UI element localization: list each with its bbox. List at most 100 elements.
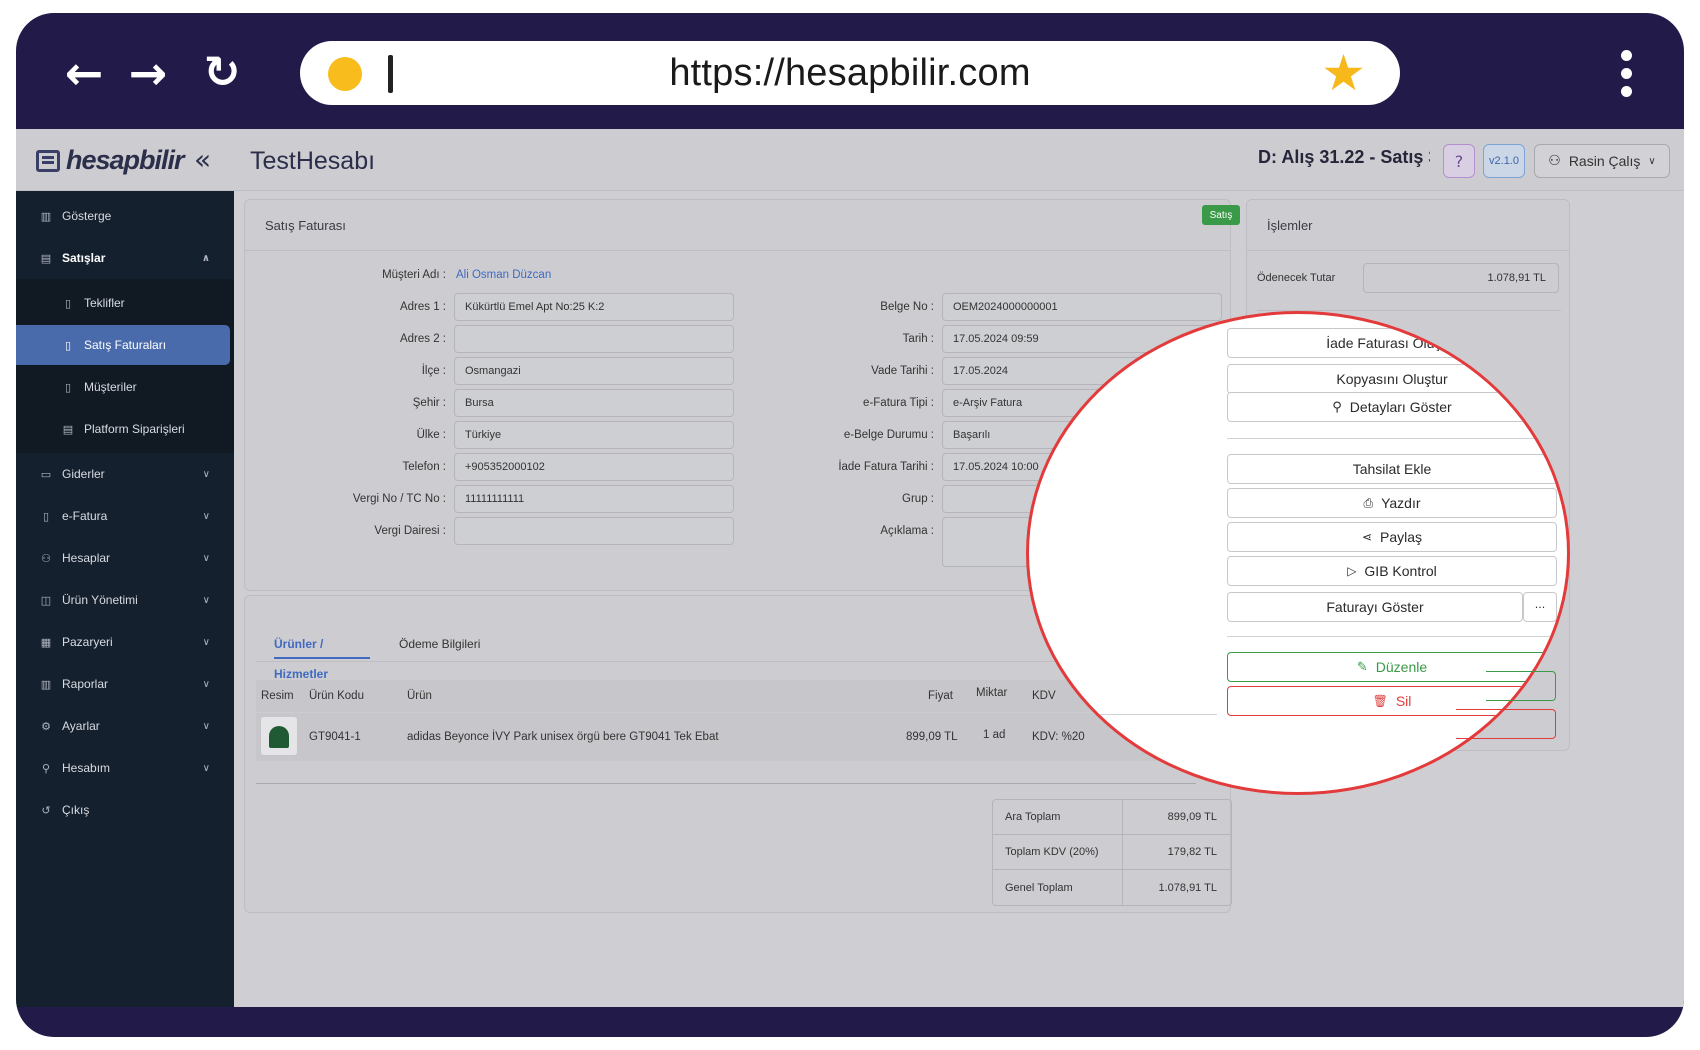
- star-icon[interactable]: ★: [1321, 45, 1366, 101]
- divider: [1227, 438, 1557, 439]
- city-field[interactable]: Bursa: [454, 389, 734, 417]
- sidebar-item-label: Teklifler: [84, 296, 125, 310]
- shop-icon: ▦: [40, 635, 52, 649]
- box-icon: ◫: [40, 593, 52, 607]
- collapse-sidebar-icon[interactable]: «: [194, 143, 211, 176]
- reload-icon[interactable]: ↻: [194, 47, 250, 99]
- print-button[interactable]: ⎙ Yazdır: [1227, 488, 1557, 518]
- tab-payment[interactable]: Ödeme Bilgileri: [399, 629, 499, 659]
- country-field[interactable]: Türkiye: [454, 421, 734, 449]
- button-label: Tahsilat Ekle: [1352, 461, 1432, 477]
- sidebar-item-teklifler[interactable]: ▯ Teklifler: [16, 283, 230, 323]
- wallet-icon: ▭: [40, 467, 52, 481]
- sidebar-item-label: Giderler: [62, 467, 105, 481]
- product-name: adidas Beyonce İVY Park unisex örgü bere…: [407, 731, 719, 743]
- sidebar-item-ayarlar[interactable]: ⚙ Ayarlar ∨: [16, 705, 234, 747]
- tab-products[interactable]: Ürünler / Hizmetler: [274, 629, 370, 681]
- app-logo[interactable]: hesapbilir: [36, 145, 185, 176]
- sidebar-item-giderler[interactable]: ▭ Giderler ∨: [16, 453, 234, 495]
- edit-button-edge: [1486, 671, 1556, 701]
- product-price: 899,09 TL: [906, 731, 958, 743]
- column-header-vat: KDV: [1032, 690, 1056, 702]
- logout-icon: ↺: [41, 803, 51, 817]
- address2-field[interactable]: [454, 325, 734, 353]
- product-vat: KDV: %20: [1032, 731, 1085, 743]
- search-icon: ⚲: [1332, 399, 1342, 415]
- arrow-right-icon[interactable]: →: [120, 47, 176, 99]
- browser-toolbar: ← → ↻ https://hesapbilir.com ★: [16, 13, 1684, 129]
- copy-invoice-button[interactable]: Kopyasını Oluştur: [1227, 364, 1557, 394]
- show-invoice-button[interactable]: Faturayı Göster: [1227, 592, 1523, 622]
- more-options-button[interactable]: ···: [1523, 592, 1557, 622]
- sidebar-item-label: Çıkış: [62, 803, 90, 817]
- field-label-grup: Grup :: [902, 493, 934, 505]
- button-label: Paylaş: [1380, 529, 1423, 545]
- chevron-down-icon: ∨: [202, 468, 210, 480]
- arrow-left-icon[interactable]: ←: [56, 47, 112, 99]
- app-topbar: hesapbilir « TestHesabı D: Alış 31.22 - …: [16, 129, 1684, 191]
- product-code-link[interactable]: GT9041-1: [309, 731, 361, 743]
- product-qty: 1 ad: [983, 729, 1006, 741]
- sidebar-item-label: Ayarlar: [62, 719, 100, 733]
- customer-link[interactable]: Ali Osman Düzcan: [456, 269, 551, 281]
- subtotal-value: 899,09 TL: [1167, 811, 1217, 823]
- sidebar-item-platform-siparisleri[interactable]: ▤ Platform Siparişleri: [16, 409, 230, 449]
- tax-office-field[interactable]: [454, 517, 734, 545]
- field-label-aciklama: Açıklama :: [880, 525, 934, 537]
- sidebar-item-satis-faturalari[interactable]: ▯ Satış Faturaları: [16, 325, 230, 365]
- share-icon: ⋖: [1361, 530, 1373, 544]
- sidebar-item-label: e-Fatura: [62, 509, 108, 523]
- beanie-icon: [269, 726, 289, 748]
- field-label-belge-no: Belge No :: [880, 301, 934, 313]
- chevron-down-icon: ∨: [1648, 155, 1656, 167]
- button-label: Düzenle: [1375, 659, 1428, 675]
- currency-ticker: D: Alış 31.22 - Satış 31.2: [1258, 147, 1430, 167]
- details-button[interactable]: ⚲ Detayları Göster: [1227, 392, 1557, 422]
- sidebar-item-e-fatura[interactable]: ▯ e-Fatura ∨: [16, 495, 234, 537]
- tax-number-field[interactable]: 11111111111: [454, 485, 734, 513]
- button-label: Sil: [1395, 693, 1412, 709]
- sidebar-item-cikis[interactable]: ↺ Çıkış: [16, 789, 234, 831]
- divider: [1247, 250, 1569, 251]
- product-thumbnail: [261, 717, 297, 755]
- sidebar: ▥ Gösterge ▤ Satışlar ∧ ▯ Teklifler ▯ Satış F…: [16, 191, 234, 1007]
- sidebar-item-hesaplar[interactable]: ⚇ Hesaplar ∨: [16, 537, 234, 579]
- browser-frame: ← → ↻ https://hesapbilir.com ★ hesapbili…: [16, 13, 1684, 1037]
- sidebar-item-label: Raporlar: [62, 677, 109, 691]
- url-text[interactable]: https://hesapbilir.com: [300, 41, 1400, 105]
- document-number-field[interactable]: OEM2024000000001: [942, 293, 1222, 321]
- gib-check-button[interactable]: ▷ GIB Kontrol: [1227, 556, 1557, 586]
- sidebar-item-urun-yonetimi[interactable]: ◫ Ürün Yönetimi ∨: [16, 579, 234, 621]
- sidebar-item-satislar[interactable]: ▤ Satışlar ∧: [16, 237, 234, 279]
- grand-total-row: Genel Toplam 1.078,91 TL: [993, 870, 1231, 905]
- sidebar-item-hesabim[interactable]: ⚲ Hesabım ∨: [16, 747, 234, 789]
- chevron-down-icon: ∨: [202, 762, 210, 774]
- refund-invoice-button[interactable]: İade Faturası Oluştur: [1227, 328, 1557, 358]
- field-label-sehir: Şehir :: [412, 397, 446, 409]
- address-bar[interactable]: https://hesapbilir.com ★: [300, 41, 1400, 105]
- user-menu-button[interactable]: ⚇ Rasin Çalış ∨: [1534, 144, 1670, 178]
- help-button[interactable]: ?: [1443, 144, 1475, 178]
- user-name: Rasin Çalış: [1568, 153, 1641, 169]
- share-button[interactable]: ⋖ Paylaş: [1227, 522, 1557, 552]
- grand-total-label: Genel Toplam: [993, 870, 1123, 905]
- sidebar-item-pazaryeri[interactable]: ▦ Pazaryeri ∨: [16, 621, 234, 663]
- sidebar-item-label: Pazaryeri: [62, 635, 113, 649]
- sidebar-item-gosterge[interactable]: ▥ Gösterge: [16, 195, 234, 237]
- sidebar-item-label: Hesaplar: [62, 551, 111, 565]
- button-label: Faturayı Göster: [1326, 599, 1424, 615]
- account-title: TestHesabı: [250, 147, 376, 175]
- phone-field[interactable]: +905352000102: [454, 453, 734, 481]
- sidebar-item-musteriler[interactable]: ▯ Müşteriler: [16, 367, 230, 407]
- app-screen: hesapbilir « TestHesabı D: Alış 31.22 - …: [16, 129, 1684, 1007]
- kebab-menu-icon[interactable]: [1606, 47, 1646, 99]
- version-badge[interactable]: v2.1.0: [1483, 144, 1525, 178]
- address1-field[interactable]: Kükürtlü Emel Apt No:25 K:2: [454, 293, 734, 321]
- sidebar-item-raporlar[interactable]: ▥ Raporlar ∨: [16, 663, 234, 705]
- printer-icon: ⎙: [1363, 495, 1374, 510]
- invoice-title: Satış Faturası: [265, 218, 346, 233]
- ellipsis-icon: ···: [1534, 600, 1546, 614]
- add-collection-button[interactable]: Tahsilat Ekle: [1227, 454, 1557, 484]
- district-field[interactable]: Osmangazi: [454, 357, 734, 385]
- subtotal-label: Ara Toplam: [993, 800, 1123, 834]
